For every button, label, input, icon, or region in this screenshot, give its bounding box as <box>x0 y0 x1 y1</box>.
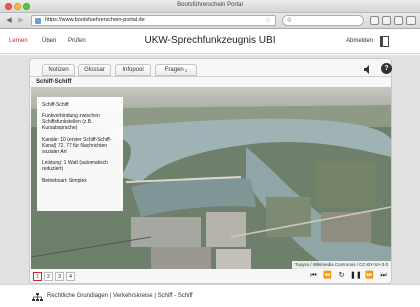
info-paragraph: Kanäle: 10 (erster Schiff-Schiff-Kanal) … <box>42 136 112 156</box>
info-paragraph: Funkverbindung zwischen Schiffsfunkstell… <box>42 113 100 132</box>
tab-notizen[interactable]: Notizen <box>42 64 75 76</box>
menu-item-lernen[interactable]: Lernen <box>9 38 28 44</box>
harbor-photo: Schiff-Schiff Funkverbindung zwischen Sc… <box>31 87 391 269</box>
forward-arrow-icon[interactable]: ▶ <box>16 16 26 26</box>
browser-toolbar: ◀ ▶ https://www.bootsfuehrerschein-porta… <box>0 13 420 29</box>
logout-link[interactable]: Abmelden <box>346 38 373 44</box>
tab-notizen-label: Notizen <box>48 67 69 73</box>
info-box: Schiff-Schiff Funkverbindung zwischen Sc… <box>37 97 123 211</box>
breadcrumb-item: Schiff - Schiff <box>157 293 193 299</box>
step-forward-icon[interactable]: ⏩ <box>364 271 375 281</box>
app-header: Lernen Üben Prüfen UKW-Sprechfunkzeugnis… <box>0 30 420 54</box>
address-bar[interactable]: https://www.bootsfuehrerschein-portal.de… <box>31 15 276 26</box>
page-title: UKW-Sprechfunkzeugnis UBI <box>144 35 276 46</box>
photo-credit: Tuxyso / Wikimedia Commons / CC-BY-SA-3.… <box>291 261 391 269</box>
skip-back-icon[interactable]: ⏮ <box>308 271 319 281</box>
home-icon[interactable] <box>382 16 391 25</box>
bookmark-star-icon[interactable]: ☆ <box>265 16 271 24</box>
pause-icon[interactable]: ❚❚ <box>350 271 362 281</box>
window-title: Bootsführerschein Portal <box>177 2 243 8</box>
page-button-3[interactable]: 3 <box>55 272 64 281</box>
breadcrumb-item[interactable]: Verkehrskreise <box>113 293 153 299</box>
menu-item-ueben[interactable]: Üben <box>42 38 56 44</box>
tab-divider <box>30 76 393 77</box>
download-icon[interactable] <box>370 16 379 25</box>
breadcrumb-item[interactable]: Rechtliche Grundlagen <box>47 293 108 299</box>
step-back-icon[interactable]: ⏪ <box>322 271 333 281</box>
search-icon: ⚲ <box>287 18 292 24</box>
extensions-icon[interactable] <box>406 16 416 25</box>
browser-search-input[interactable]: ⚲ <box>282 15 364 26</box>
info-paragraph: Betriebsart: Simplex <box>42 177 87 184</box>
tab-infopool[interactable]: Infopool <box>115 64 151 76</box>
tab-glossar-label: Glossar <box>84 67 105 73</box>
info-heading: Schiff-Schiff <box>42 102 69 108</box>
menu-item-pruefen[interactable]: Prüfen <box>68 38 86 44</box>
help-icon[interactable]: ? <box>381 63 392 74</box>
tab-infopool-label: Infopool <box>122 67 144 73</box>
skip-forward-icon[interactable]: ⏭ <box>378 271 389 281</box>
tab-fragen[interactable]: Fragen1 <box>155 64 197 76</box>
info-paragraph: Leistung: 1 Watt (automatisch reduziert) <box>42 160 108 173</box>
page-button-4[interactable]: 4 <box>66 272 75 281</box>
sitemap-icon <box>32 293 43 301</box>
logout-door-icon[interactable] <box>380 36 389 47</box>
repeat-icon[interactable]: ↻ <box>336 271 347 281</box>
page-button-1[interactable]: 1 <box>33 272 42 281</box>
tab-fragen-label: Fragen <box>164 67 184 73</box>
tab-glossar[interactable]: Glossar <box>78 64 111 76</box>
menu-icon[interactable] <box>394 16 403 25</box>
speaker-icon[interactable] <box>364 65 372 74</box>
window-titlebar: Bootsführerschein Portal <box>0 0 420 13</box>
breadcrumb: Rechtliche Grundlagen | Verkehrskreise |… <box>47 293 193 299</box>
footer: Rechtliche Grundlagen | Verkehrskreise |… <box>0 284 420 307</box>
back-arrow-icon[interactable]: ◀ <box>4 16 14 26</box>
section-title: Schiff-Schiff <box>36 79 72 85</box>
site-favicon-icon <box>35 18 41 24</box>
lesson-card: Notizen Glossar Infopool Fragen1 ? Schif… <box>29 58 393 284</box>
page-button-2[interactable]: 2 <box>44 272 53 281</box>
tab-fragen-badge: 1 <box>184 68 188 73</box>
url-text: https://www.bootsfuehrerschein-portal.de <box>45 17 145 23</box>
